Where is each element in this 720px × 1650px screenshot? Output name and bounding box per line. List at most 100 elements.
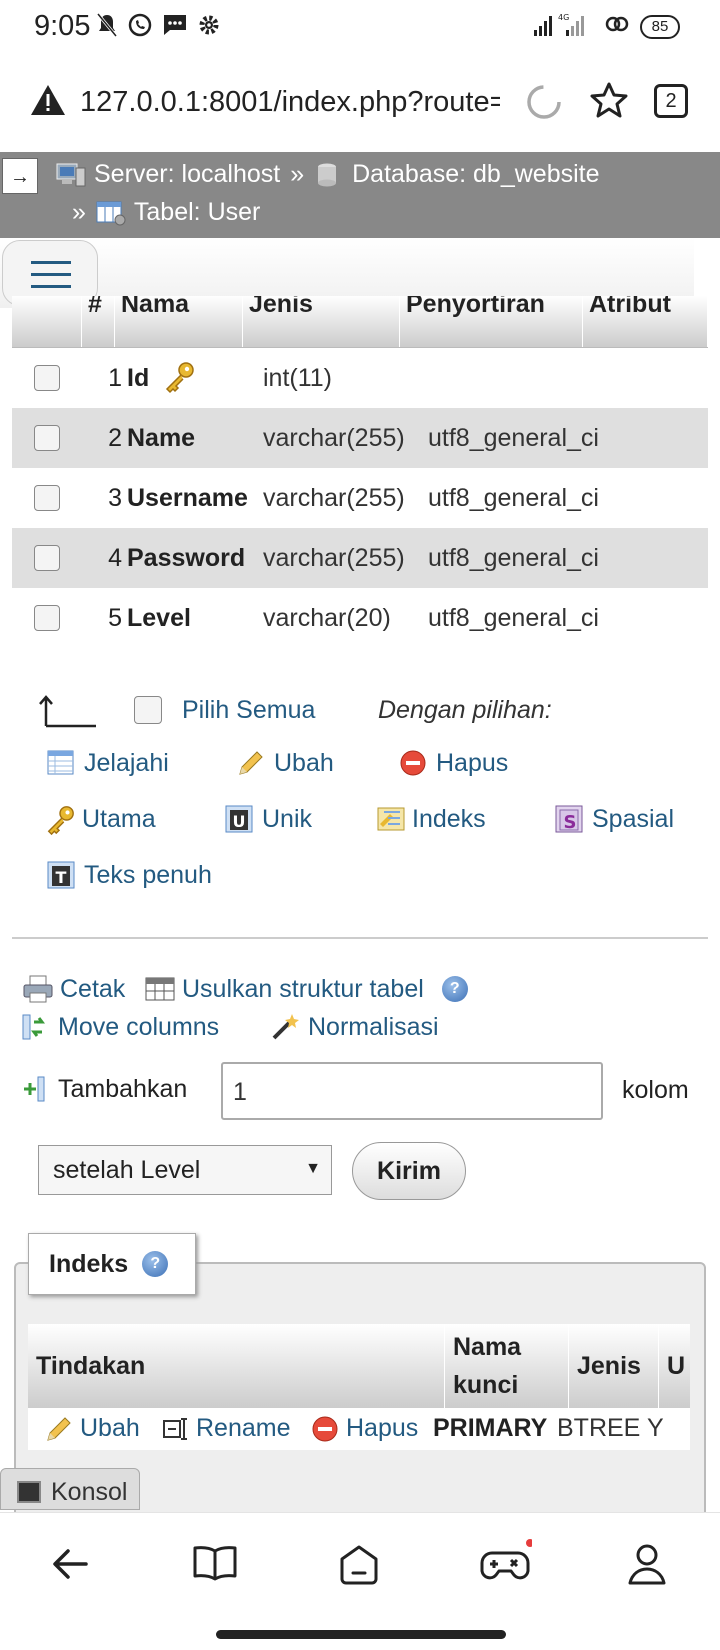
profile-icon[interactable] [622, 1539, 672, 1589]
console-label: Konsol [51, 1477, 128, 1506]
table-row: 2 Name varchar(255) utf8_general_ci [12, 408, 708, 468]
row-checkbox[interactable] [34, 425, 60, 451]
unique-action[interactable]: U Unik [224, 804, 312, 834]
header-name[interactable]: Nama [115, 296, 243, 347]
settings-gear-icon [197, 13, 221, 42]
browse-icon [46, 748, 76, 778]
breadcrumb-separator: » [72, 198, 86, 226]
normalize-label: Normalisasi [308, 1012, 439, 1041]
header-attributes[interactable]: Atribut [583, 296, 708, 347]
battery-indicator: 85 [640, 14, 680, 39]
header-unique[interactable]: U [659, 1324, 690, 1408]
header-number[interactable]: # [82, 296, 115, 347]
propose-structure-action[interactable]: Usulkan struktur tabel ? [144, 974, 468, 1004]
indexes-legend: Indeks ? [28, 1233, 196, 1295]
structure-table: # Nama Jenis Penyortiran Atribut 1 Id in… [12, 296, 708, 648]
magic-wand-icon [270, 1012, 300, 1042]
console-tab[interactable]: Konsol [0, 1468, 140, 1510]
bookmark-star-icon[interactable] [588, 80, 630, 127]
select-all-checkbox[interactable] [134, 696, 162, 724]
fulltext-action[interactable]: T Teks penuh [46, 860, 212, 890]
add-column-icon [20, 1074, 50, 1104]
header-checkbox-col [12, 296, 82, 347]
index-label: Indeks [412, 804, 486, 833]
browse-label: Jelajahi [84, 748, 169, 777]
normalize-action[interactable]: Normalisasi [270, 1012, 439, 1042]
header-collation[interactable]: Penyortiran [400, 296, 583, 347]
game-controller-icon[interactable] [478, 1539, 534, 1589]
reading-book-icon[interactable] [190, 1539, 240, 1589]
index-action[interactable]: Indeks [374, 804, 486, 834]
table-row: 4 Password varchar(255) utf8_general_ci [12, 528, 708, 588]
navigation-toggle-button[interactable]: → [2, 158, 38, 194]
column-count-input[interactable]: 1 [221, 1062, 603, 1120]
reload-icon[interactable] [524, 82, 564, 127]
spatial-action[interactable]: S Spasial [554, 804, 674, 834]
tab-count-button[interactable]: 2 [654, 84, 688, 118]
drop-label: Hapus [436, 748, 509, 777]
index-key-name: PRIMARY [433, 1414, 548, 1442]
column-collation: utf8_general_ci [428, 544, 599, 572]
header-key-name[interactable]: Nama kunci [445, 1324, 569, 1408]
status-notification-icons [96, 12, 221, 43]
browser-url-bar: 127.0.0.1:8001/index.php?route=/ 2 [0, 52, 720, 152]
fulltext-label: Teks penuh [84, 860, 212, 889]
header-index-type[interactable]: Jenis [569, 1324, 659, 1408]
svg-text:4G: 4G [558, 13, 569, 22]
row-checkbox[interactable] [34, 605, 60, 631]
row-checkbox[interactable] [34, 365, 60, 391]
breadcrumb: → Server: localhost » Database: db_websi… [0, 152, 720, 238]
column-collation: utf8_general_ci [428, 424, 599, 452]
primary-action[interactable]: Utama [44, 804, 156, 836]
index-drop-link[interactable]: Hapus [346, 1414, 418, 1443]
dropdown-arrow-icon: ▼ [305, 1160, 321, 1177]
column-name: Level [127, 604, 191, 632]
structure-table-header: # Nama Jenis Penyortiran Atribut [12, 296, 708, 348]
breadcrumb-server[interactable]: Server: localhost [94, 160, 280, 189]
rename-icon[interactable] [162, 1414, 192, 1450]
column-collation: utf8_general_ci [428, 604, 599, 632]
row-checkbox[interactable] [34, 485, 60, 511]
unique-icon: U [224, 804, 254, 834]
drop-action[interactable]: Hapus [398, 748, 508, 778]
warning-icon[interactable] [30, 84, 66, 121]
hamburger-line [31, 285, 71, 288]
column-collation: utf8_general_ci [428, 484, 599, 512]
breadcrumb-database[interactable]: Database: db_website [352, 160, 599, 189]
print-action[interactable]: Cetak [22, 974, 125, 1004]
move-columns-action[interactable]: Move columns [20, 1012, 219, 1042]
column-position-select[interactable]: setelah Level ▼ [38, 1145, 332, 1195]
back-arrow-icon[interactable] [46, 1539, 96, 1589]
gesture-home-bar[interactable] [216, 1630, 506, 1639]
select-all-label[interactable]: Pilih Semua [182, 696, 315, 725]
printer-icon [22, 974, 53, 1004]
delete-icon[interactable] [310, 1414, 340, 1450]
column-position-value: setelah Level [53, 1156, 201, 1184]
row-checkbox[interactable] [34, 545, 60, 571]
breadcrumb-table[interactable]: Tabel: User [134, 198, 260, 227]
column-type: varchar(20) [263, 604, 391, 632]
index-edit-link[interactable]: Ubah [80, 1414, 140, 1443]
propose-structure-label: Usulkan struktur tabel [182, 974, 424, 1003]
table-icon [96, 200, 126, 226]
arrow-ltr-icon [38, 694, 96, 735]
change-action[interactable]: Ubah [236, 748, 334, 778]
column-name: Username [127, 484, 248, 512]
with-selected-label: Dengan pilihan: [378, 696, 552, 724]
svg-text:T: T [56, 868, 67, 887]
submit-button[interactable]: Kirim [352, 1142, 466, 1200]
pencil-icon[interactable] [44, 1414, 74, 1450]
help-icon[interactable]: ? [142, 1251, 169, 1277]
selection-controls: Pilih Semua Dengan pilihan: [36, 692, 696, 738]
section-divider [12, 937, 708, 939]
browse-action[interactable]: Jelajahi [46, 748, 169, 778]
url-text[interactable]: 127.0.0.1:8001/index.php?route=/ [80, 86, 500, 119]
primary-key-icon [44, 804, 74, 836]
help-icon[interactable]: ? [441, 976, 468, 1002]
add-columns-label-group: Tambahkan [20, 1074, 187, 1104]
hamburger-line [31, 261, 71, 264]
svg-text:S: S [564, 812, 577, 833]
header-type[interactable]: Jenis [243, 296, 400, 347]
index-rename-link[interactable]: Rename [196, 1414, 291, 1443]
home-icon[interactable] [334, 1539, 384, 1589]
